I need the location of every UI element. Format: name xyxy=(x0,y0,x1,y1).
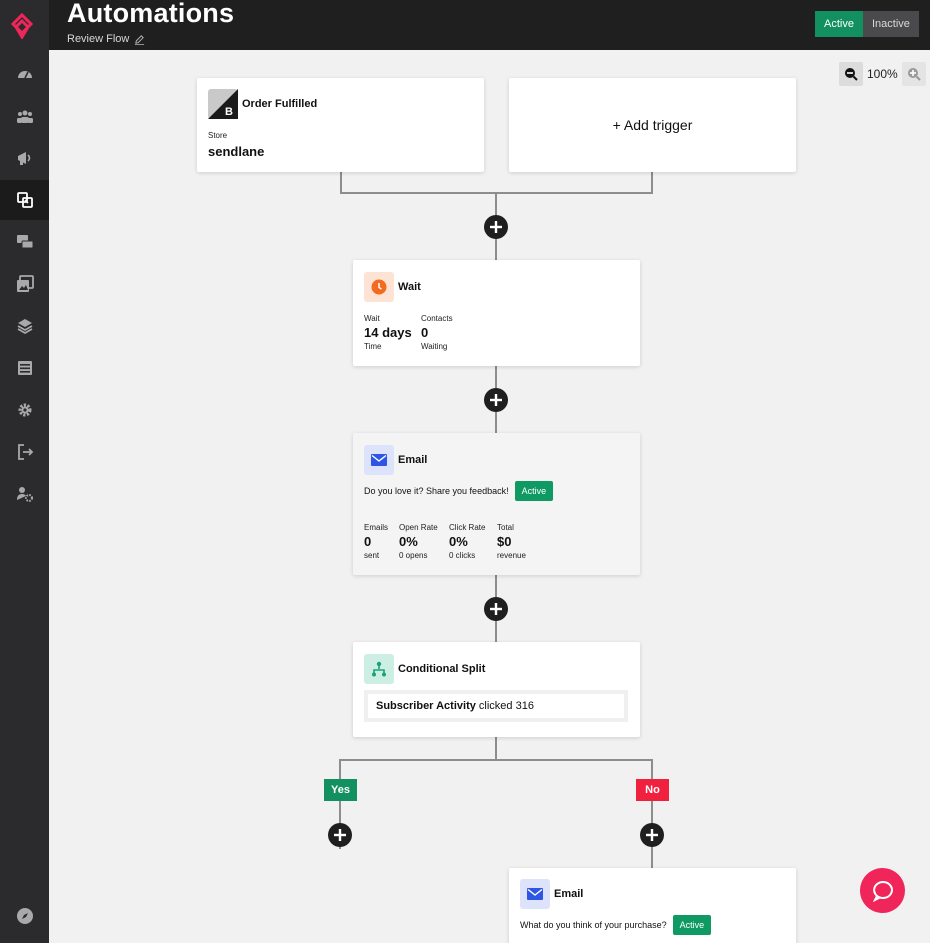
no-branch-label: No xyxy=(636,779,669,801)
connector-line xyxy=(339,759,653,761)
stat-value: 0 xyxy=(364,534,372,549)
connector-line xyxy=(651,759,653,868)
connector-line xyxy=(340,172,342,193)
wait-time-label: Wait xyxy=(364,314,380,323)
zoom-level: 100% xyxy=(867,67,898,81)
conditional-split-card[interactable]: Conditional Split Subscriber Activity cl… xyxy=(353,642,640,737)
stat-value: $0 xyxy=(497,534,512,549)
stat-label: Open Rate xyxy=(399,523,438,532)
brand-logo[interactable] xyxy=(10,12,34,40)
stat-sub: 0 clicks xyxy=(449,551,476,560)
email-title: Email xyxy=(398,454,428,466)
envelope-icon xyxy=(520,879,550,909)
add-step-button[interactable] xyxy=(484,388,508,412)
add-trigger-card[interactable]: + Add trigger xyxy=(509,78,796,172)
plus-icon xyxy=(490,221,502,233)
templates-icon[interactable] xyxy=(0,264,49,304)
compass-icon[interactable] xyxy=(0,896,49,936)
wait-card[interactable]: Wait Wait 14 days Time Contacts 0 Waitin… xyxy=(353,260,640,366)
active-toggle-button[interactable]: Active xyxy=(815,11,863,37)
email-title: Email xyxy=(554,888,584,900)
plus-icon xyxy=(646,829,658,841)
wait-title: Wait xyxy=(398,281,421,293)
split-condition[interactable]: Subscriber Activity clicked 316 xyxy=(364,690,628,722)
wait-time-sub: Time xyxy=(364,342,382,351)
automations-icon[interactable] xyxy=(0,180,49,220)
zoom-in-button[interactable] xyxy=(901,62,926,86)
plus-icon xyxy=(334,829,346,841)
email-card[interactable]: Email What do you think of your purchase… xyxy=(509,868,796,943)
logout-icon[interactable] xyxy=(0,432,49,472)
click-rate-stat: Click Rate 0% 0 clicks xyxy=(449,523,485,560)
account-settings-icon[interactable] xyxy=(0,474,49,514)
total-revenue-stat: Total $0 revenue xyxy=(497,523,526,560)
wait-time-value: 14 days xyxy=(364,325,412,340)
plus-icon xyxy=(490,603,502,615)
stat-label: Click Rate xyxy=(449,523,486,532)
stat-value: 0% xyxy=(399,534,418,549)
stat-sub: revenue xyxy=(497,551,526,560)
stat-sub: 0 opens xyxy=(399,551,428,560)
forms-icon[interactable] xyxy=(0,348,49,388)
waiting-contacts-stat: Contacts 0 Waiting xyxy=(421,314,453,351)
clock-icon xyxy=(364,272,394,302)
trigger-title: Order Fulfilled xyxy=(242,98,318,110)
emails-sent-stat: Emails 0 sent xyxy=(364,523,388,560)
zoom-controls: 100% xyxy=(839,62,926,86)
add-step-button[interactable] xyxy=(484,215,508,239)
dashboard-icon[interactable] xyxy=(0,54,49,94)
chat-help-button[interactable] xyxy=(860,868,905,913)
add-trigger-label: + Add trigger xyxy=(612,117,693,133)
svg-text:B: B xyxy=(225,106,233,118)
trigger-card[interactable]: B Order Fulfilled Store sendlane xyxy=(197,78,484,172)
integrations-icon[interactable] xyxy=(0,306,49,346)
split-icon xyxy=(364,654,394,684)
contacts-sub: Waiting xyxy=(421,342,448,351)
envelope-icon xyxy=(364,445,394,475)
campaigns-icon[interactable] xyxy=(0,138,49,178)
zoom-in-icon xyxy=(907,68,921,81)
stat-sub: sent xyxy=(364,551,380,560)
contacts-label: Contacts xyxy=(421,314,453,323)
email-card[interactable]: Email Do you love it? Share you feedback… xyxy=(353,433,640,575)
zoom-out-button[interactable] xyxy=(839,62,863,86)
email-subject: Do you love it? Share you feedback! xyxy=(364,486,509,496)
wait-time-stat: Wait 14 days Time xyxy=(364,314,412,351)
connector-line xyxy=(651,172,653,193)
split-title: Conditional Split xyxy=(398,663,486,675)
status-toggle: Active Inactive xyxy=(815,11,919,37)
stat-value: 0% xyxy=(449,534,468,549)
add-step-button[interactable] xyxy=(484,597,508,621)
add-step-yes-button[interactable] xyxy=(328,823,352,847)
open-rate-stat: Open Rate 0% 0 opens xyxy=(399,523,438,560)
store-label: Store xyxy=(208,131,228,140)
zoom-out-icon xyxy=(845,68,858,81)
flow-name-label: Review Flow xyxy=(67,33,130,45)
contacts-icon[interactable] xyxy=(0,96,49,136)
store-value: sendlane xyxy=(208,144,265,159)
email-subject: What do you think of your purchase? xyxy=(520,920,667,930)
page-header: Automations Review Flow Active Inactive xyxy=(49,0,930,50)
page-title: Automations xyxy=(67,0,235,28)
plus-icon xyxy=(490,394,502,406)
contacts-value: 0 xyxy=(421,325,429,340)
bigcommerce-icon: B xyxy=(208,89,238,119)
add-step-no-button[interactable] xyxy=(640,823,664,847)
status-badge: Active xyxy=(514,481,554,501)
flow-name[interactable]: Review Flow xyxy=(67,33,145,45)
chat-bubble-icon xyxy=(872,880,893,902)
status-badge: Active xyxy=(672,915,712,935)
stat-label: Total xyxy=(497,523,514,532)
inactive-toggle-button[interactable]: Inactive xyxy=(862,11,919,37)
sidebar xyxy=(0,0,49,943)
edit-pencil-icon[interactable] xyxy=(134,34,145,45)
connector-line xyxy=(495,737,497,760)
stat-label: Emails xyxy=(364,523,389,532)
condition-value: clicked 316 xyxy=(478,700,534,712)
conversations-icon[interactable] xyxy=(0,222,49,262)
condition-field: Subscriber Activity xyxy=(376,700,476,712)
yes-branch-label: Yes xyxy=(324,779,357,801)
settings-icon[interactable] xyxy=(0,390,49,430)
